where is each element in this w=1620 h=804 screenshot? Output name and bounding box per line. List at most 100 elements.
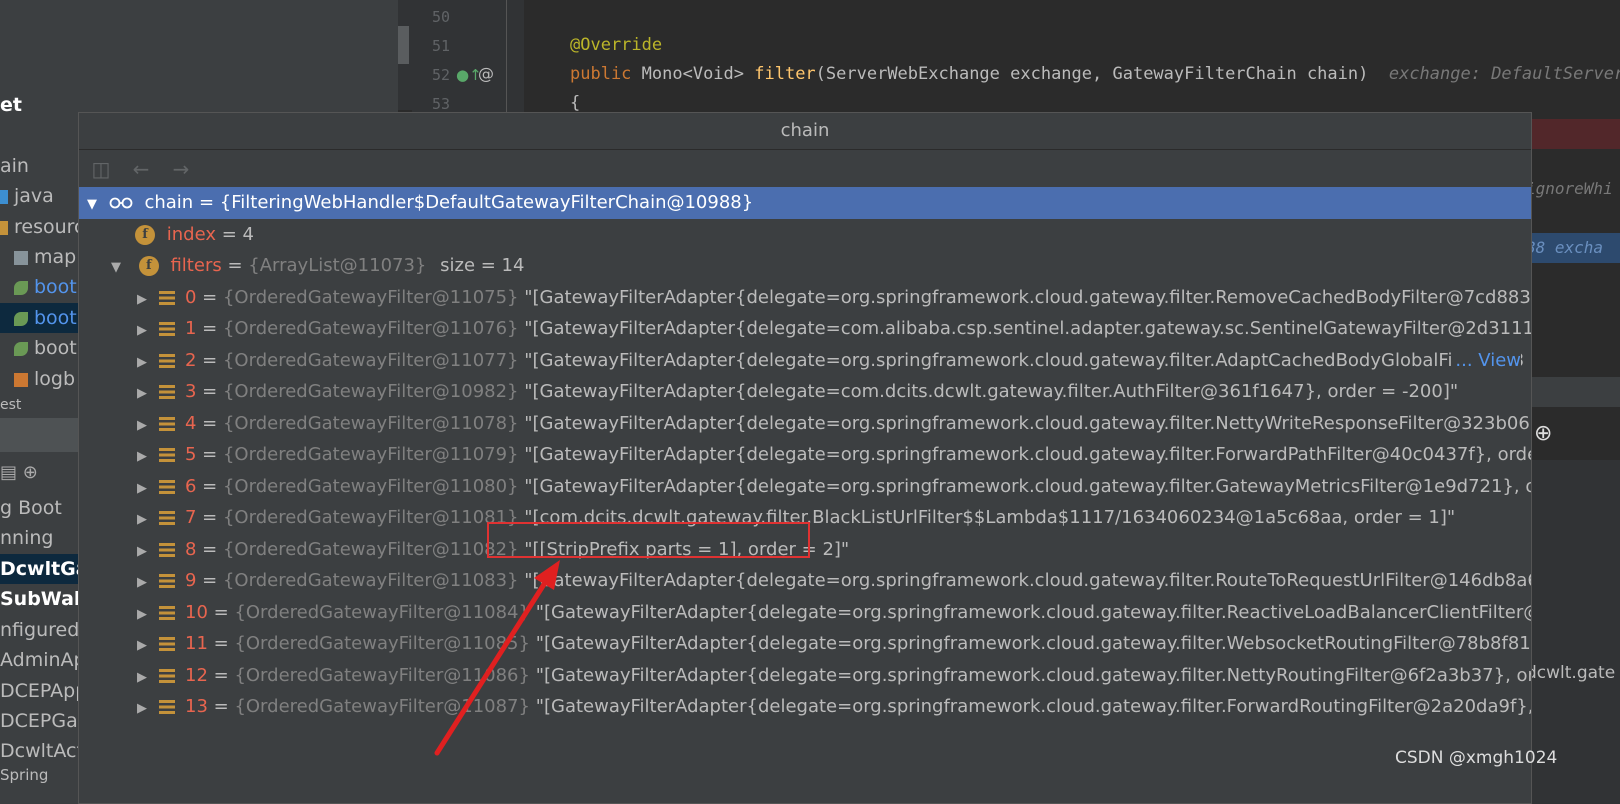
expand-arrow-icon[interactable]: ▶ [131,315,153,345]
project-item[interactable]: et [0,90,22,120]
project-item[interactable]: ain [0,151,29,181]
service-item-selected[interactable]: DcwltGa [0,554,78,584]
expand-arrow-icon[interactable]: ▼ [81,189,103,219]
at-marker-icon[interactable]: @ [478,64,494,83]
variable-tree[interactable]: ▼ chain = {FilteringWebHandler$DefaultGa… [79,187,1532,803]
element-type: {OrderedGatewayFilter@11086} [234,664,530,686]
folder-icon[interactable]: ◫ [89,157,113,181]
element-index: 11 [185,633,208,654]
expand-arrow-icon[interactable]: ▶ [131,441,153,471]
service-item[interactable]: DCEPApp [0,676,78,706]
equals-sign: = [196,381,223,402]
element-type: {OrderedGatewayFilter@11085} [234,633,530,654]
code-editor[interactable]: 50 51 52 53 ●↑ @ @Override public Mono<V… [412,0,1620,115]
crosshair-icon[interactable]: ⊕ [1534,421,1552,446]
service-item[interactable]: SubWall [0,584,78,614]
line-number: 52 [431,66,450,84]
list-element-icon [159,416,175,431]
equals-sign: = [207,696,235,717]
expand-arrow-icon[interactable]: ▶ [131,473,153,503]
watch-glasses-icon [109,197,133,209]
filter-row[interactable]: ▶ 11 = {OrderedGatewayFilter@11085} "[Gat… [79,628,1531,660]
list-element-icon [159,479,175,494]
evaluate-popup: chain ◫ ← → ▼ chain = {FilteringWebHandl… [78,112,1532,804]
expand-arrow-icon[interactable]: ▶ [131,410,153,440]
expand-arrow-icon[interactable]: ▶ [131,630,153,660]
element-type: {OrderedGatewayFilter@11076} [222,318,519,339]
code-line-brace: { [570,93,581,113]
service-item[interactable]: nfigured [0,615,78,645]
project-item[interactable]: resourc [0,212,78,242]
project-panel: et ain java resourc map boot boot boot l… [0,0,78,804]
equals-sign: = [227,255,249,276]
element-value: "[GatewayFilterAdapter{delegate=org.spri… [535,601,1532,623]
filter-row[interactable]: ▶ 13 = {OrderedGatewayFilter@11087} "[Gat… [79,691,1531,723]
service-item[interactable]: g Boot [0,493,62,523]
tree-row-root[interactable]: ▼ chain = {FilteringWebHandler$DefaultGa… [79,187,1531,219]
filter-row[interactable]: ▶ 9 = {OrderedGatewayFilter@11083} "[Gate… [79,565,1531,597]
list-element-icon [159,448,175,462]
back-arrow-icon[interactable]: ← [129,157,153,181]
expand-arrow-icon[interactable]: ▶ [131,693,153,723]
project-item[interactable]: logb [14,364,75,394]
project-item[interactable]: boot [14,333,77,363]
expand-arrow-icon[interactable]: ▶ [131,599,153,629]
element-type: {OrderedGatewayFilter@11079} [222,444,519,465]
service-item[interactable]: nning [0,523,53,553]
element-value: "[GatewayFilterAdapter{delegate=org.spri… [535,664,1532,686]
editor-right-area: ignoreWhi 88 excha ⊕ dcwlt.gate [1526,115,1620,804]
equals-sign: = [196,570,223,591]
filter-row[interactable]: ▶ 2 = {OrderedGatewayFilter@11077} "[Gate… [79,344,1531,377]
filter-row[interactable]: ▶ 0 = {OrderedGatewayFilter@11075} "[Gate… [79,282,1531,314]
list-element-icon [159,637,175,651]
service-item[interactable]: DCEPGat [0,706,78,736]
expand-arrow-icon[interactable]: ▶ [131,284,153,314]
expand-arrow-icon[interactable]: ▶ [131,536,153,566]
project-item[interactable]: est [0,390,21,420]
project-item[interactable]: java [0,181,54,211]
filter-row[interactable]: ▶ 4 = {OrderedGatewayFilter@11078} "[Gate… [79,408,1531,440]
tree-row-filters[interactable]: ▼ f filters = {ArrayList@11073} size = 1… [79,250,1531,282]
element-type: {OrderedGatewayFilter@11075} [222,286,519,308]
equals-sign: = [207,601,235,623]
scrollbar-thumb[interactable] [398,26,409,64]
expand-arrow-icon[interactable]: ▶ [131,567,153,597]
expand-arrow-icon[interactable]: ▶ [131,347,153,377]
filter-row[interactable]: ▶ 6 = {OrderedGatewayFilter@11080} "[Gate… [79,471,1531,503]
code-line-signature: public Mono<Void> filter(ServerWebExchan… [570,64,1620,84]
expand-arrow-icon[interactable]: ▶ [131,662,153,692]
equals-sign: = [196,475,223,497]
element-type: {OrderedGatewayFilter@11087} [234,696,530,717]
scrollbar[interactable] [398,0,412,110]
watermark: CSDN @xmgh1024 [1395,748,1558,768]
element-type: {OrderedGatewayFilter@11077} [222,349,519,371]
element-index: 10 [185,601,208,623]
expand-arrow-icon[interactable]: ▼ [105,252,127,282]
view-more-link[interactable]: ... View [1453,344,1521,376]
filter-row[interactable]: ▶ 10 = {OrderedGatewayFilter@11084} "[Gat… [79,597,1532,629]
line-number: 50 [431,8,450,26]
list-element-icon [159,574,175,588]
equals-sign: = [196,412,223,434]
project-item[interactable]: map [14,242,76,272]
expand-arrow-icon[interactable]: ▶ [131,504,153,534]
expand-arrow-icon[interactable]: ▶ [131,378,153,408]
element-value: "[GatewayFilterAdapter{delegate=com.dcit… [524,381,1459,402]
filter-row[interactable]: ▶ 12 = {OrderedGatewayFilter@11086} "[Gat… [79,660,1532,692]
service-item[interactable]: Spring [0,760,48,790]
project-item[interactable]: boot [14,272,77,302]
spring-leaf-icon [14,341,28,356]
forward-arrow-icon[interactable]: → [169,157,193,181]
service-item[interactable]: AdminAp [0,645,78,675]
field-size: size = 14 [440,255,525,276]
element-value: "[GatewayFilterAdapter{delegate=org.spri… [524,349,1524,371]
list-element-icon [159,511,175,525]
element-index: 1 [185,318,197,339]
filter-row[interactable]: ▶ 1 = {OrderedGatewayFilter@11076} "[Gate… [79,313,1531,345]
project-item-selected[interactable]: boot [0,303,78,333]
log-fragment: dcwlt.gate [1526,663,1616,683]
tree-row-index[interactable]: f index = 4 [79,219,1531,251]
equals-sign: = [198,192,220,213]
filter-row[interactable]: ▶ 5 = {OrderedGatewayFilter@11079} "[Gate… [79,439,1531,471]
filter-row[interactable]: ▶ 3 = {OrderedGatewayFilter@10982} "[Gate… [79,376,1531,408]
